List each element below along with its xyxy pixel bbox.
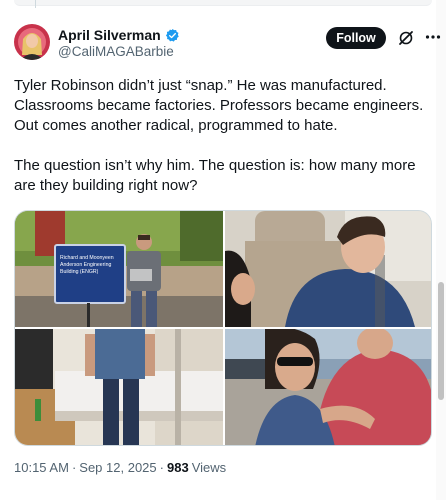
sign-line-1: Richard and Moonyeen [60,255,114,261]
tweet-text: Tyler Robinson didn’t just “snap.” He wa… [14,76,432,196]
photo-engineering-sign[interactable]: Richard and Moonyeen Anderson Engineerin… [15,211,223,327]
photo-hug[interactable] [225,329,431,445]
photo-dorm-room[interactable] [15,329,223,445]
media-grid: Richard and Moonyeen Anderson Engineerin… [14,210,432,446]
timestamp-date[interactable]: Sep 12, 2025 [79,460,156,475]
previous-post-edge [0,0,446,8]
tweet-meta: 10:15 AM · Sep 12, 2025 · 983 Views [14,460,226,475]
verified-badge-icon[interactable] [165,28,180,43]
author-handle[interactable]: @CaliMAGABarbie [58,44,174,59]
scrollbar-thumb[interactable] [438,282,444,400]
sign-line-3: Building (ENGR) [60,269,99,275]
avatar[interactable] [14,24,50,60]
name-row: April Silverman [58,26,180,44]
more-options-icon[interactable] [424,28,442,46]
meta-separator: · [71,460,77,475]
previous-post-bar [14,0,432,6]
tweet-paragraph-2: The question isn’t why him. The question… [14,157,416,194]
follow-button[interactable]: Follow [326,27,386,49]
views-label: Views [191,460,227,475]
photo-car-selfie[interactable] [225,211,431,327]
tweet-header: April Silverman @CaliMAGABarbie Follow [14,22,441,66]
meta-separator-2: · [159,460,164,475]
grok-icon[interactable] [398,30,414,46]
views-count: 983 [166,460,189,475]
display-name[interactable]: April Silverman [58,27,161,43]
sign-line-2: Anderson Engineering [60,262,111,268]
timestamp-time[interactable]: 10:15 AM [14,460,69,475]
tweet-paragraph-1: Tyler Robinson didn’t just “snap.” He wa… [14,77,424,134]
thread-line [35,0,36,8]
scrollbar[interactable] [436,0,446,500]
